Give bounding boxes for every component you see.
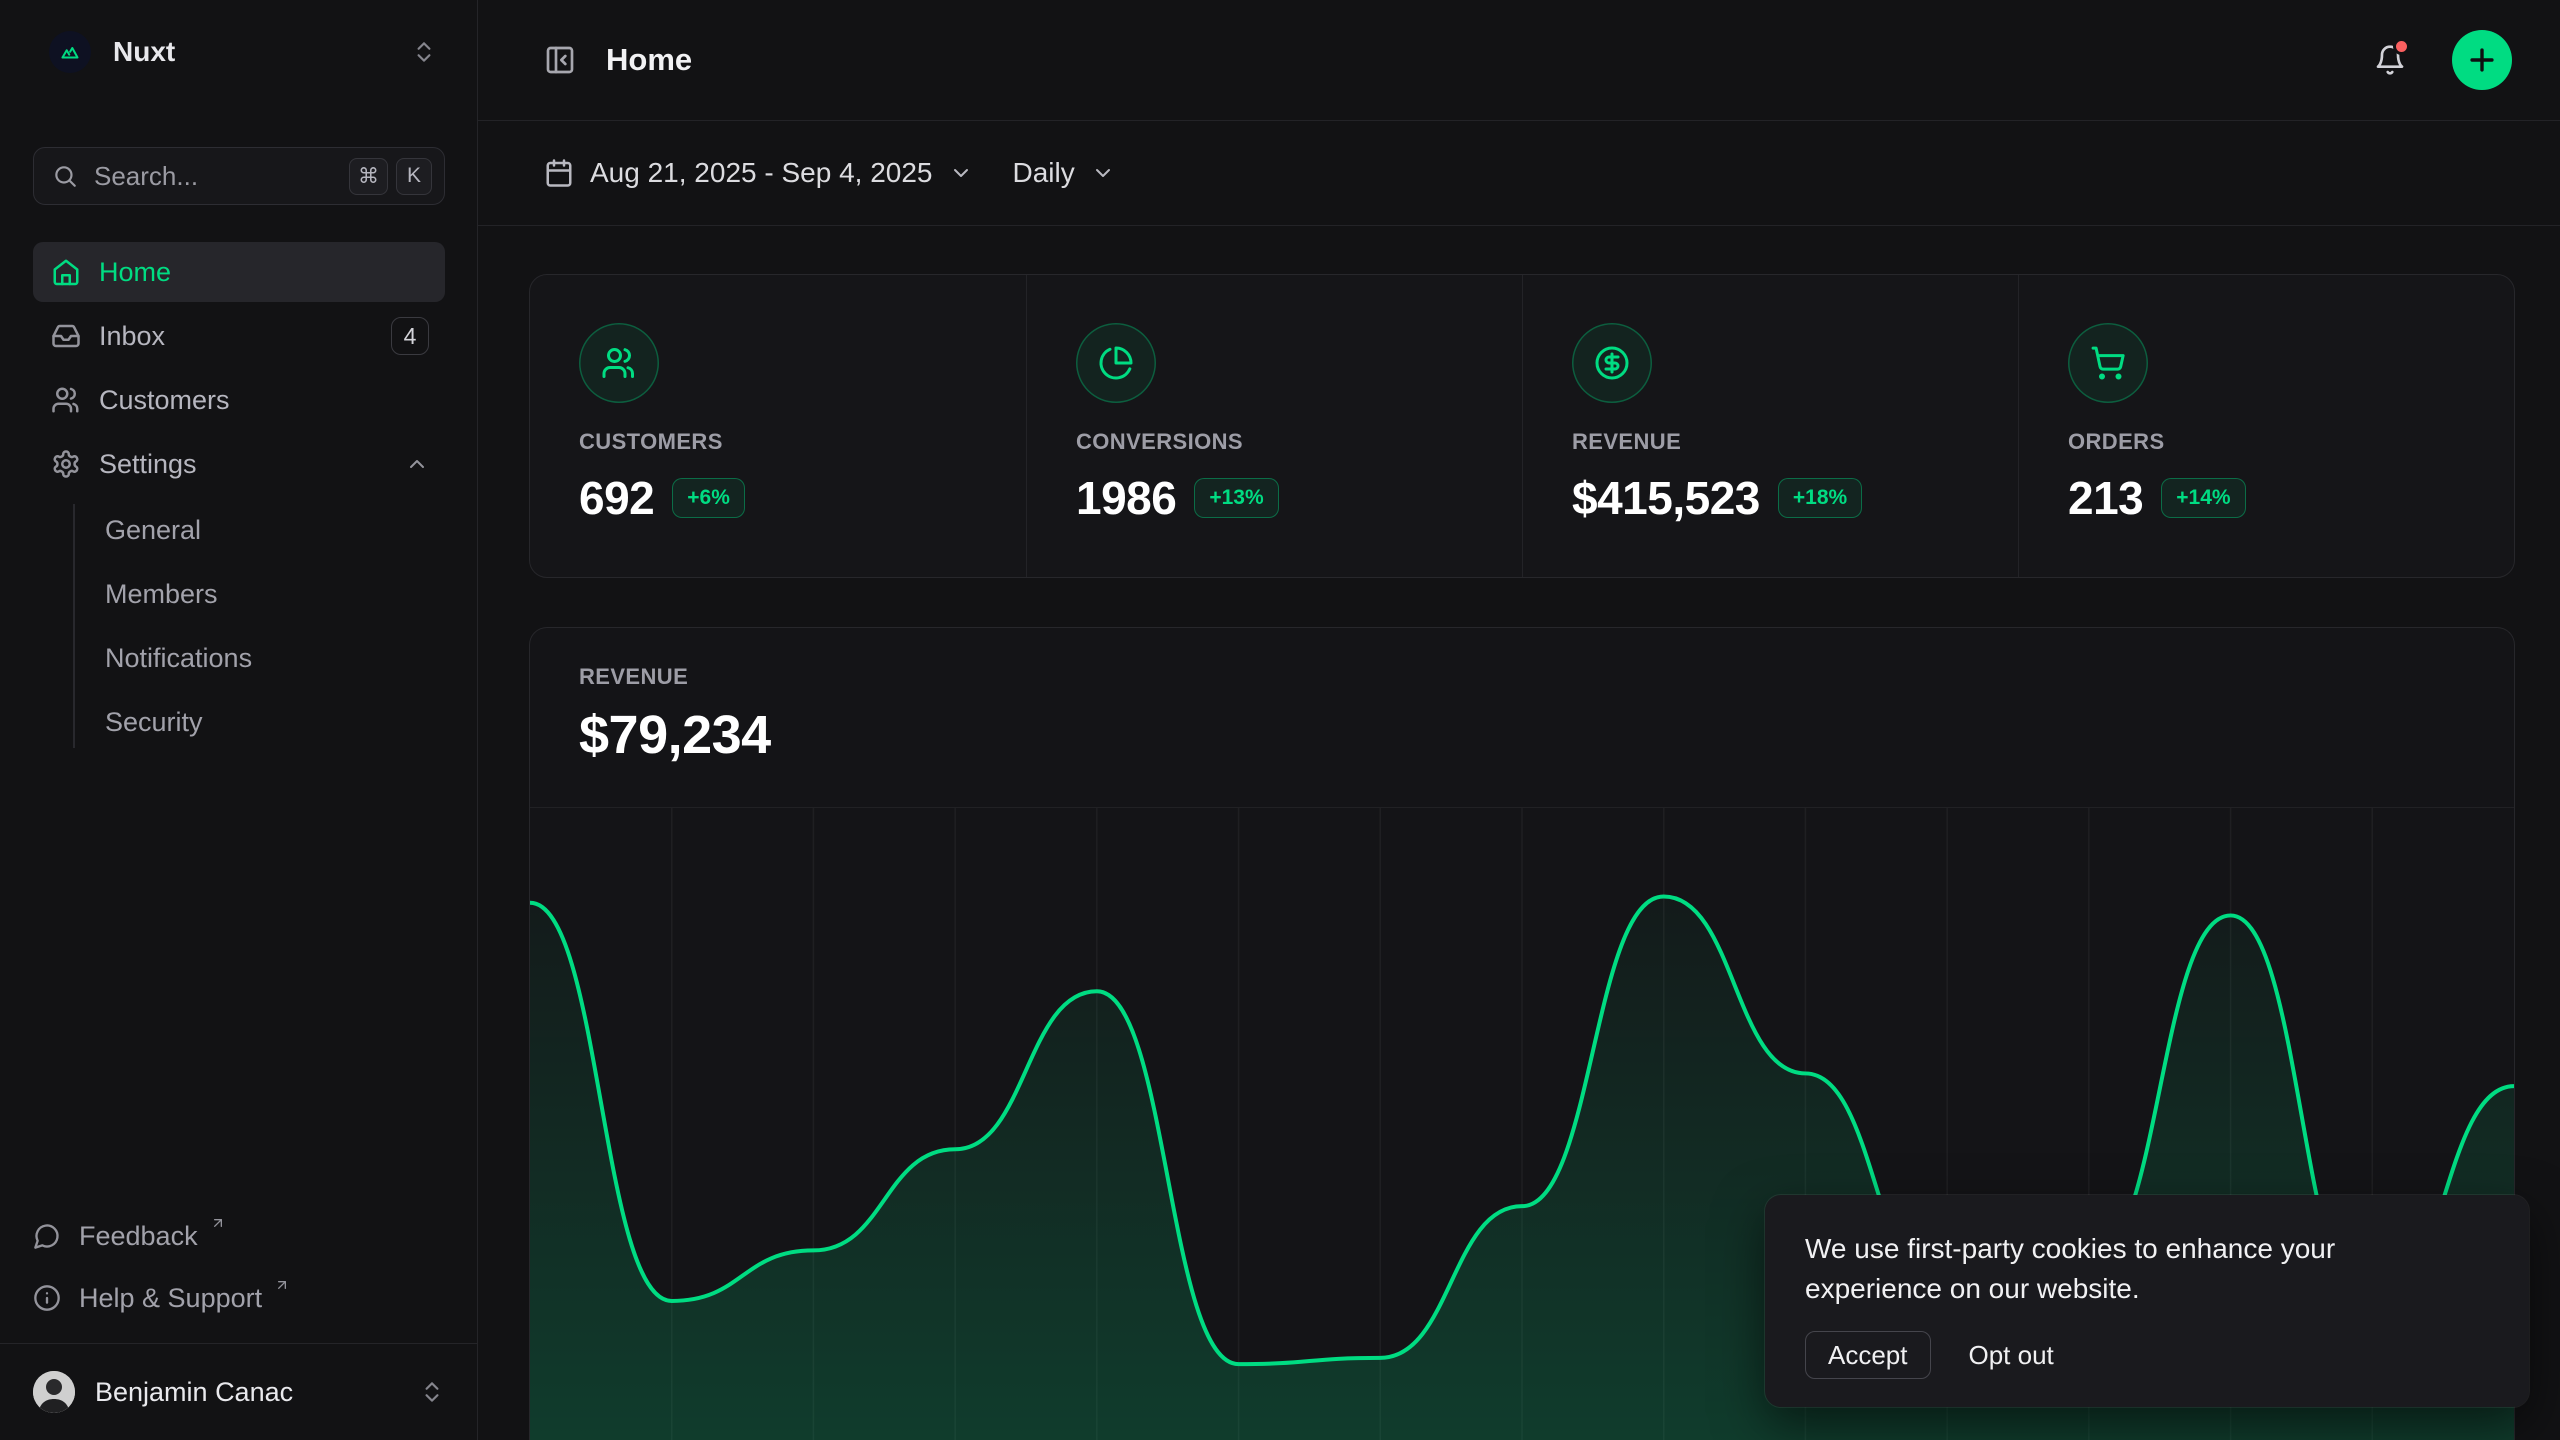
cart-icon [2068, 323, 2148, 403]
sidebar: Nuxt Search... ⌘ K Home Inbox 4 [0, 0, 478, 1440]
external-link-icon [210, 1215, 226, 1231]
message-bubble-icon [33, 1222, 61, 1250]
dollar-circle-icon [1572, 323, 1652, 403]
help-support-label: Help & Support [79, 1283, 262, 1314]
stat-value: 213 [2068, 471, 2143, 525]
sidebar-item-inbox[interactable]: Inbox 4 [33, 306, 445, 366]
home-icon [51, 257, 81, 287]
page-title: Home [606, 42, 2370, 78]
header-actions [2370, 30, 2512, 90]
sidebar-item-settings[interactable]: Settings [33, 434, 445, 494]
sidebar-item-label: Settings [99, 449, 387, 480]
user-name: Benjamin Canac [95, 1377, 399, 1408]
nuxt-logo-icon [49, 31, 91, 73]
kbd-meta: ⌘ [349, 158, 388, 195]
revenue-chart-value: $79,234 [579, 704, 2514, 766]
granularity-select[interactable]: Daily [1013, 157, 1115, 189]
settings-subnav: General Members Notifications Security [33, 498, 445, 754]
stat-delta-badge: +6% [672, 478, 745, 518]
revenue-chart-label: REVENUE [579, 664, 2514, 690]
stat-card-orders[interactable]: ORDERS 213 +14% [2018, 275, 2514, 577]
date-range-picker[interactable]: Aug 21, 2025 - Sep 4, 2025 [544, 157, 973, 189]
chevron-down-icon [949, 161, 973, 185]
notification-dot [2393, 38, 2410, 55]
chevrons-up-down-icon [411, 39, 437, 65]
feedback-label: Feedback [79, 1221, 198, 1252]
stat-card-revenue[interactable]: REVENUE $415,523 +18% [1522, 275, 2018, 577]
granularity-value: Daily [1013, 157, 1075, 189]
sidebar-footer: Feedback Help & Support Benjamin Canac [33, 1205, 445, 1440]
stat-value: 692 [579, 471, 654, 525]
search-icon [52, 163, 78, 189]
sidebar-nav: Home Inbox 4 Customers Settings Ge [33, 242, 445, 754]
calendar-icon [544, 158, 574, 188]
workspace-switcher[interactable]: Nuxt [49, 24, 437, 80]
feedback-link[interactable]: Feedback [33, 1205, 445, 1267]
date-range-value: Aug 21, 2025 - Sep 4, 2025 [590, 157, 933, 189]
users-icon [579, 323, 659, 403]
cookie-message: We use first-party cookies to enhance yo… [1805, 1229, 2455, 1309]
info-circle-icon [33, 1284, 61, 1312]
sidebar-item-label: Home [99, 257, 429, 288]
stat-label: REVENUE [1572, 429, 1988, 455]
sidebar-item-label: Customers [99, 385, 429, 416]
external-link-icon [274, 1277, 290, 1293]
stat-delta-badge: +13% [1194, 478, 1278, 518]
sidebar-item-customers[interactable]: Customers [33, 370, 445, 430]
search-input[interactable]: Search... ⌘ K [33, 147, 445, 205]
sidebar-item-home[interactable]: Home [33, 242, 445, 302]
stat-value: 1986 [1076, 471, 1176, 525]
pie-chart-icon [1076, 323, 1156, 403]
users-icon [51, 385, 81, 415]
stat-card-customers[interactable]: CUSTOMERS 692 +6% [530, 275, 1026, 577]
workspace-name: Nuxt [113, 36, 411, 68]
search-placeholder: Search... [94, 161, 341, 192]
sidebar-subitem-members[interactable]: Members [105, 562, 445, 626]
chevrons-up-down-icon [419, 1379, 445, 1405]
sidebar-subitem-security[interactable]: Security [105, 690, 445, 754]
sidebar-item-label: Inbox [99, 321, 373, 352]
help-support-link[interactable]: Help & Support [33, 1267, 445, 1329]
filters-toolbar: Aug 21, 2025 - Sep 4, 2025 Daily [478, 121, 2560, 226]
stat-label: CONVERSIONS [1076, 429, 1492, 455]
chevron-up-icon [405, 452, 429, 476]
header-bar: Home [478, 0, 2560, 121]
stat-value: $415,523 [1572, 471, 1760, 525]
stat-delta-badge: +18% [1778, 478, 1862, 518]
avatar [33, 1371, 75, 1413]
sidebar-subitem-general[interactable]: General [105, 498, 445, 562]
accept-cookies-button[interactable]: Accept [1805, 1331, 1931, 1379]
gear-icon [51, 449, 81, 479]
inbox-icon [51, 321, 81, 351]
sidebar-subitem-notifications[interactable]: Notifications [105, 626, 445, 690]
stat-delta-badge: +14% [2161, 478, 2245, 518]
cookie-banner: We use first-party cookies to enhance yo… [1765, 1195, 2529, 1407]
stat-label: ORDERS [2068, 429, 2484, 455]
user-menu[interactable]: Benjamin Canac [33, 1344, 445, 1440]
notifications-button[interactable] [2370, 40, 2410, 80]
inbox-count-badge: 4 [391, 317, 429, 355]
optout-cookies-button[interactable]: Opt out [1969, 1340, 2054, 1371]
add-button[interactable] [2452, 30, 2512, 90]
kbd-k: K [396, 158, 432, 195]
stats-panel: CUSTOMERS 692 +6% CONVERSIONS 1986 +13% [529, 274, 2515, 578]
stat-label: CUSTOMERS [579, 429, 996, 455]
chevron-down-icon [1091, 161, 1115, 185]
stat-card-conversions[interactable]: CONVERSIONS 1986 +13% [1026, 275, 1522, 577]
collapse-sidebar-button[interactable] [544, 44, 576, 76]
